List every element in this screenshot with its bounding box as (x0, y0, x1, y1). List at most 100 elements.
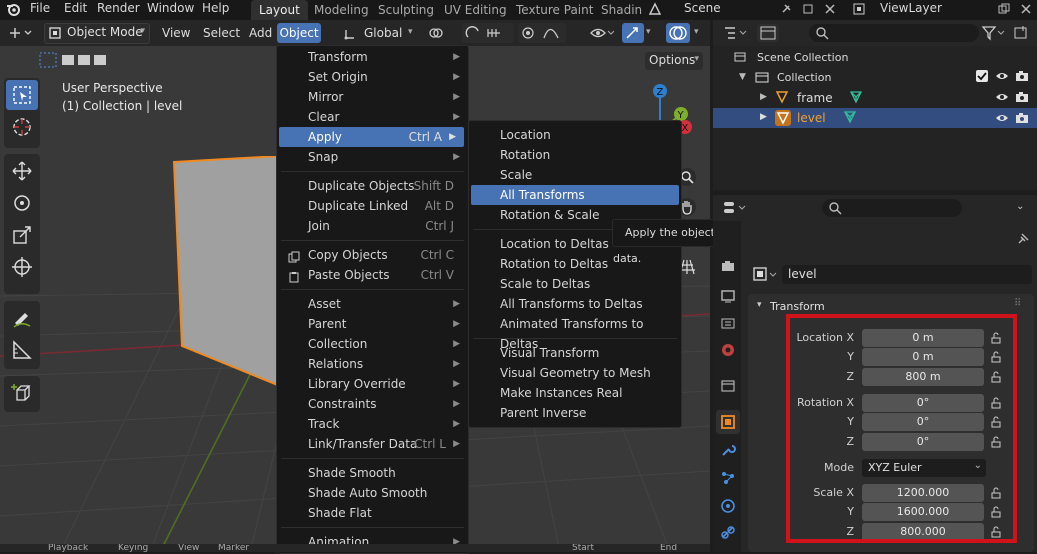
level-object[interactable] (170, 156, 280, 386)
gizmo-toggle[interactable] (622, 23, 644, 43)
eye-icon[interactable] (995, 91, 1009, 103)
menu-item-transform[interactable]: Transform ▶ (277, 47, 468, 67)
close-view-layer-icon[interactable] (1020, 3, 1032, 15)
apply-location[interactable]: Location (469, 125, 681, 145)
pin-icon[interactable] (780, 3, 792, 15)
rotate-tool[interactable] (6, 188, 38, 218)
tab-texture-paint[interactable]: Texture Paint (508, 0, 601, 20)
blender-logo-icon[interactable] (6, 2, 20, 16)
chevron-down-icon[interactable]: ▾ (646, 27, 651, 37)
editor-type-icon[interactable] (8, 26, 34, 40)
menu-item-snap[interactable]: Snap ▶ (277, 147, 468, 167)
add-menu[interactable]: Add (249, 23, 272, 43)
object-data-icon[interactable] (752, 265, 780, 284)
outliner-item-level[interactable]: level (797, 111, 826, 125)
view-layer-icon[interactable] (852, 2, 866, 16)
move-tool[interactable] (6, 156, 38, 186)
menu-item-constraints[interactable]: Constraints ▶ (277, 394, 468, 414)
object-menu[interactable]: Object (277, 23, 321, 43)
tab-shading[interactable]: Shadin (593, 0, 647, 20)
scale-tool[interactable] (6, 220, 38, 250)
menu-item-shade-auto-smooth[interactable]: Shade Auto Smooth (277, 483, 468, 503)
apply-parent-inverse[interactable]: Parent Inverse (469, 403, 681, 423)
menu-item-library-override[interactable]: Library Override ▶ (277, 374, 468, 394)
apply-rotation-to-deltas[interactable]: Rotation to Deltas (469, 254, 681, 274)
delete-scene-icon[interactable] (824, 3, 836, 15)
mesh-data-icon[interactable] (843, 110, 857, 124)
overlays-toggle[interactable] (666, 23, 690, 43)
apply-visual-transform[interactable]: Visual Transform (469, 343, 681, 363)
view-layer-name[interactable]: ViewLayer (880, 0, 942, 18)
menu-render[interactable]: Render (97, 0, 140, 18)
timeline-playback[interactable]: Playback (48, 544, 88, 552)
render-tab-icon[interactable] (720, 258, 736, 274)
options-button[interactable]: Options ▾ (645, 52, 703, 70)
menu-item-paste-objects[interactable]: Paste Objects Ctrl V (277, 265, 468, 285)
mode-dropdown[interactable]: Object Mode ▾ (44, 23, 150, 44)
menu-item-asset[interactable]: Asset ▶ (277, 294, 468, 314)
tab-uv-editing[interactable]: UV Editing (436, 0, 515, 20)
proportional-editing-toggle[interactable] (518, 23, 566, 43)
expand-chevron-icon[interactable]: ▼ (739, 72, 746, 82)
camera-render-icon[interactable] (1015, 91, 1029, 103)
pivot-point-icon[interactable] (428, 26, 448, 40)
menu-item-duplicate-linked[interactable]: Duplicate Linked Alt D (277, 196, 468, 216)
menu-edit[interactable]: Edit (64, 0, 87, 18)
visibility-eye-icon[interactable] (590, 25, 615, 41)
new-collection-icon[interactable] (1013, 25, 1029, 41)
apply-animated-transforms-to-deltas[interactable]: Animated Transforms to Deltas (469, 314, 681, 351)
apply-all-transforms[interactable]: All Transforms (471, 185, 679, 205)
menu-file[interactable]: File (30, 0, 50, 18)
tab-modeling[interactable]: Modeling (306, 0, 377, 20)
menu-item-apply[interactable]: Apply Ctrl A ▶ (279, 127, 464, 147)
eye-icon[interactable] (995, 70, 1009, 82)
measure-tool[interactable] (6, 335, 38, 365)
copy-view-layer-icon[interactable] (998, 3, 1010, 15)
expand-chevron-icon[interactable]: ▶ (760, 112, 767, 122)
menu-item-shade-flat[interactable]: Shade Flat (277, 503, 468, 523)
filter-icon[interactable] (981, 25, 1007, 41)
apply-scale-to-deltas[interactable]: Scale to Deltas (469, 274, 681, 294)
apply-make-instances-real[interactable]: Make Instances Real (469, 383, 681, 403)
physics-tab-icon[interactable] (720, 498, 736, 514)
properties-editor-type-icon[interactable] (722, 200, 748, 216)
modifiers-wrench-icon[interactable] (720, 442, 736, 458)
add-cube-tool[interactable] (6, 378, 38, 408)
scene-name[interactable]: Scene (684, 0, 721, 18)
menu-item-link-transfer-data[interactable]: Link/Transfer Data Ctrl L ▶ (277, 434, 468, 454)
transform-tool[interactable] (6, 252, 38, 282)
apply-all-transforms-to-deltas[interactable]: All Transforms to Deltas (469, 294, 681, 314)
menu-item-set-origin[interactable]: Set Origin ▶ (277, 67, 468, 87)
chevron-down-icon[interactable]: ▾ (408, 27, 413, 37)
annotate-tool[interactable] (6, 303, 38, 333)
tab-sculpting[interactable]: Sculpting (370, 0, 442, 20)
cursor-tool[interactable] (6, 112, 38, 142)
constraints-tab-icon[interactable] (720, 526, 736, 542)
properties-search-input[interactable] (822, 199, 962, 217)
menu-item-relations[interactable]: Relations ▶ (277, 354, 468, 374)
object-name-field[interactable]: level (782, 265, 1032, 284)
object-tab-icon[interactable] (716, 410, 740, 434)
transform-panel-title[interactable]: Transform (770, 300, 825, 313)
view-menu[interactable]: View (162, 23, 190, 43)
camera-render-icon[interactable] (1015, 112, 1029, 124)
outliner-search-input[interactable] (809, 24, 979, 42)
menu-window[interactable]: Window (147, 0, 194, 18)
new-scene-icon[interactable] (802, 3, 814, 15)
menu-item-parent[interactable]: Parent ▶ (277, 314, 468, 334)
outliner-editor-type-icon[interactable] (723, 25, 749, 41)
camera-render-icon[interactable] (1015, 70, 1029, 82)
menu-item-mirror[interactable]: Mirror ▶ (277, 87, 468, 107)
display-mode-icon[interactable] (757, 24, 779, 42)
select-mode-buttons[interactable] (4, 51, 108, 71)
view-layer-tab-icon[interactable] (720, 315, 736, 331)
menu-item-clear[interactable]: Clear ▶ (277, 107, 468, 127)
menu-item-duplicate-objects[interactable]: Duplicate Objects Shift D (277, 176, 468, 196)
menu-help[interactable]: Help (202, 0, 229, 18)
collection-tab-icon[interactable] (720, 378, 736, 394)
apply-rotation[interactable]: Rotation (469, 145, 681, 165)
scene-tab-icon[interactable] (720, 342, 736, 358)
chevron-down-icon[interactable]: ▾ (694, 27, 699, 37)
particles-tab-icon[interactable] (720, 470, 736, 486)
select-box-tool[interactable] (6, 80, 38, 110)
